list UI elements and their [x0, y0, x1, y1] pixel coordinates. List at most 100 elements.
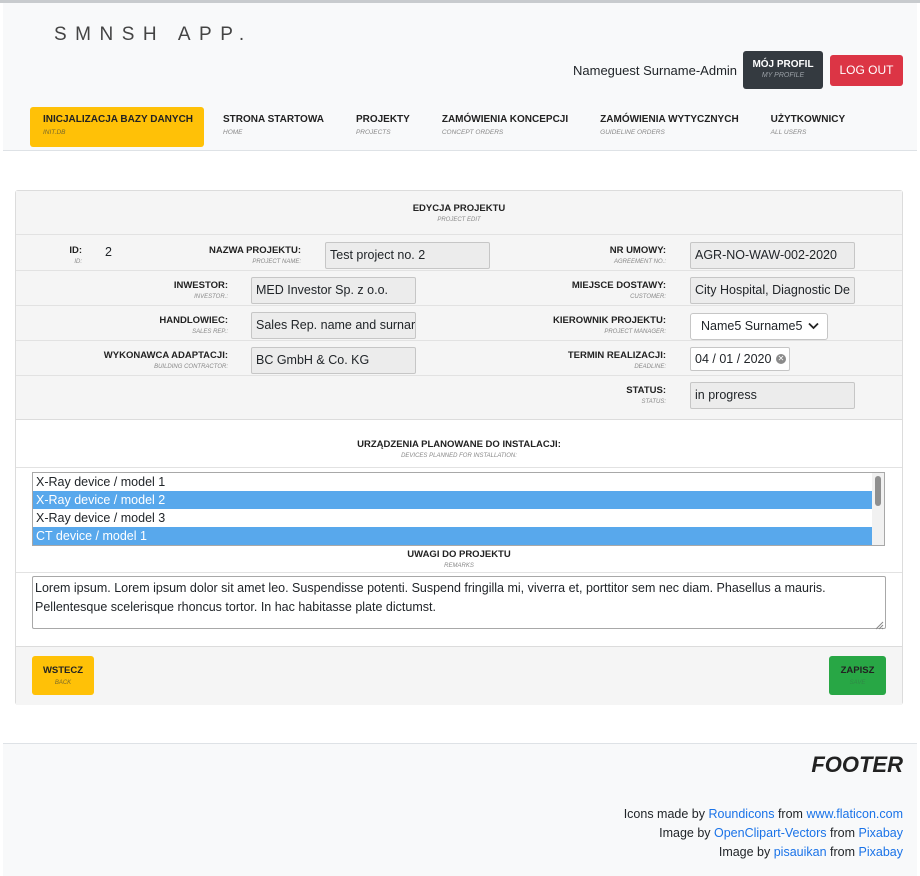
nav-label: PROJEKTY	[355, 114, 410, 125]
chevron-down-icon	[808, 314, 819, 349]
devices-scrollbar[interactable]	[872, 473, 884, 545]
devices-title: URZĄDZENIA PLANOWANE DO INSTALACJI: DEVI…	[16, 439, 902, 459]
device-option[interactable]: X-Ray device / model 1	[33, 473, 873, 491]
remarks-title: UWAGI DO PROJEKTU REMARKS	[16, 549, 902, 569]
credit-mid: from	[826, 845, 859, 859]
sales-rep-label-sub: SALES REP.:	[192, 329, 228, 335]
remarks-sub: REMARKS	[444, 563, 474, 569]
credit-author-link[interactable]: Roundicons	[708, 807, 774, 821]
id-label-sub: ID:	[74, 259, 82, 265]
investor-input[interactable]: MED Investor Sp. z o.o.	[251, 277, 416, 304]
contractor-label: WYKONAWCA ADAPTACJI: BUILDING CONTRACTOR…	[56, 350, 228, 370]
nav-label: ZAMÓWIENIA WYTYCZNYCH	[600, 114, 739, 125]
project-name-label-text: NAZWA PROJEKTU:	[208, 245, 301, 256]
device-option[interactable]: X-Ray device / model 3	[33, 509, 873, 527]
divider	[16, 270, 902, 271]
scrollbar-thumb[interactable]	[875, 476, 881, 506]
credit-author-link[interactable]: pisauikan	[774, 845, 827, 859]
deadline-label-sub: DEADLINE:	[634, 364, 666, 370]
nav-label: STRONA STARTOWA	[223, 114, 324, 125]
nav-label: INICJALIZACJA BAZY DANYCH	[43, 114, 194, 125]
nav-sub: GUIDELINE ORDERS	[600, 129, 665, 136]
credit-mid: from	[826, 826, 859, 840]
remarks-text: Lorem ipsum. Lorem ipsum dolor sit amet …	[35, 581, 826, 614]
investor-label: INWESTOR: INVESTOR.:	[76, 280, 228, 300]
form-title-label: EDYCJA PROJEKTU	[412, 203, 506, 214]
agreement-label: NR UMOWY: AGREEMENT NO.:	[536, 245, 666, 265]
credit-mid: from	[774, 807, 807, 821]
device-option[interactable]: CT device / model 1	[33, 527, 873, 545]
agreement-label-text: NR UMOWY:	[609, 245, 666, 256]
nav-item-projects[interactable]: PROJEKTY PROJECTS	[343, 107, 423, 147]
status-input[interactable]: in progress	[690, 382, 855, 409]
app-brand: SMNSH APP.	[54, 24, 253, 45]
remarks-textarea[interactable]: Lorem ipsum. Lorem ipsum dolor sit amet …	[32, 576, 886, 630]
device-option[interactable]: X-Ray device / model 2	[33, 491, 873, 509]
current-user-name: Nameguest Surname-Admin	[573, 63, 738, 78]
my-profile-button[interactable]: MÓJ PROFIL MY PROFILE	[743, 51, 823, 89]
status-label-text: STATUS:	[626, 385, 666, 396]
my-profile-sub: MY PROFILE	[761, 72, 805, 79]
deadline-date-input[interactable]: 04 / 01 / 2020 ✕	[690, 347, 790, 371]
logout-button[interactable]: LOG OUT	[830, 55, 903, 86]
project-name-input[interactable]: Test project no. 2	[325, 242, 490, 269]
my-profile-label: MÓJ PROFIL	[752, 59, 814, 70]
header: SMNSH APP. Nameguest Surname-Admin MÓJ P…	[3, 3, 917, 151]
sales-rep-input[interactable]: Sales Rep. name and surnar	[251, 312, 416, 339]
agreement-input[interactable]: AGR-NO-WAW-002-2020	[690, 242, 855, 269]
back-sub: BACK	[54, 680, 72, 686]
customer-label-sub: CUSTOMER:	[630, 294, 666, 300]
sales-rep-label: HANDLOWIEC: SALES REP.:	[76, 315, 228, 335]
attribution-credits: Icons made by Roundicons from www.flatic…	[624, 805, 903, 862]
project-manager-select[interactable]: Name5 Surname5	[690, 313, 828, 340]
credit-source-link[interactable]: Pixabay	[859, 845, 903, 859]
project-details-section: EDYCJA PROJEKTU PROJECT EDIT ID: ID: 2 N…	[16, 191, 902, 420]
main-nav: INICJALIZACJA BAZY DANYCH INIT.DB STRONA…	[30, 107, 864, 147]
devices-label: URZĄDZENIA PLANOWANE DO INSTALACJI:	[357, 439, 561, 450]
deadline-value: 04 / 01 / 2020	[695, 352, 772, 366]
id-value: 2	[105, 245, 112, 259]
credit-source-link[interactable]: Pixabay	[859, 826, 903, 840]
save-button[interactable]: ZAPISZ SAVE	[829, 656, 886, 695]
divider	[16, 572, 902, 573]
credit-line: Icons made by Roundicons from www.flatic…	[624, 805, 903, 824]
devices-multiselect[interactable]: X-Ray device / model 1 X-Ray device / mo…	[32, 472, 885, 546]
remarks-label: UWAGI DO PROJEKTU	[407, 549, 511, 560]
project-name-label-sub: PROJECT NAME:	[252, 259, 301, 265]
form-title: EDYCJA PROJEKTU PROJECT EDIT	[16, 203, 902, 223]
nav-sub: HOME	[223, 129, 243, 136]
status-label: STATUS: STATUS:	[516, 385, 666, 405]
project-edit-card: EDYCJA PROJEKTU PROJECT EDIT ID: ID: 2 N…	[15, 190, 903, 705]
nav-item-all-users[interactable]: UŻYTKOWNICY ALL USERS	[758, 107, 858, 147]
agreement-label-sub: AGREEMENT NO.:	[613, 259, 666, 265]
contractor-label-text: WYKONAWCA ADAPTACJI:	[103, 350, 228, 361]
nav-item-init-db[interactable]: INICJALIZACJA BAZY DANYCH INIT.DB	[30, 107, 204, 147]
contractor-input[interactable]: BC GmbH & Co. KG	[251, 347, 416, 374]
credit-prefix: Image by	[659, 826, 714, 840]
credit-author-link[interactable]: OpenClipart-Vectors	[714, 826, 827, 840]
project-manager-label-sub: PROJECT MANAGER:	[604, 329, 666, 335]
footer: FOOTER Icons made by Roundicons from www…	[3, 743, 917, 876]
credit-line: Image by pisauikan from Pixabay	[624, 843, 903, 862]
nav-sub: INIT.DB	[43, 129, 66, 136]
credit-source-link[interactable]: www.flaticon.com	[806, 807, 903, 821]
nav-item-home[interactable]: STRONA STARTOWA HOME	[210, 107, 337, 147]
devices-sub: DEVICES PLANNED FOR INSTALLATION:	[401, 453, 517, 459]
save-label: ZAPISZ	[840, 665, 875, 676]
nav-item-guideline-orders[interactable]: ZAMÓWIENIA WYTYCZNYCH GUIDELINE ORDERS	[587, 107, 752, 147]
customer-label: MIEJSCE DOSTAWY: CUSTOMER:	[516, 280, 666, 300]
project-manager-label: KIEROWNIK PROJEKTU: PROJECT MANAGER:	[516, 315, 666, 335]
credit-prefix: Image by	[718, 845, 774, 859]
sales-rep-label-text: HANDLOWIEC:	[159, 315, 228, 326]
credit-line: Image by OpenClipart-Vectors from Pixaba…	[624, 824, 903, 843]
form-title-sub: PROJECT EDIT	[437, 217, 481, 223]
investor-label-text: INWESTOR:	[173, 280, 228, 291]
clear-date-icon[interactable]: ✕	[776, 354, 786, 364]
back-button[interactable]: WSTECZ BACK	[32, 656, 94, 695]
resize-handle-icon[interactable]	[874, 617, 884, 630]
credit-prefix: Icons made by	[623, 807, 709, 821]
customer-input[interactable]: City Hospital, Diagnostic De	[690, 277, 855, 304]
id-label-text: ID:	[69, 245, 82, 256]
nav-item-concept-orders[interactable]: ZAMÓWIENIA KONCEPCJI CONCEPT ORDERS	[429, 107, 581, 147]
divider	[16, 467, 902, 468]
